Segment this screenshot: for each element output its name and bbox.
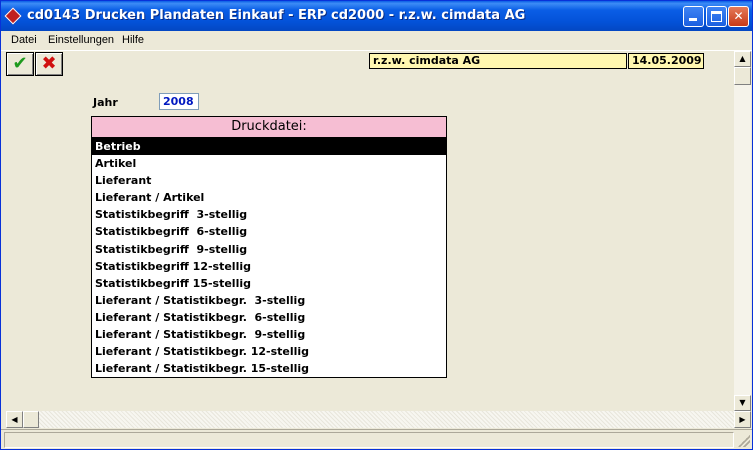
- status-bar: [1, 429, 752, 449]
- list-item[interactable]: Lieferant / Statistikbegr. 12-stellig: [92, 343, 446, 360]
- application-window: cd0143 Drucken Plandaten Einkauf - ERP c…: [0, 0, 753, 450]
- scroll-up-button[interactable]: ▲: [734, 51, 751, 67]
- menu-hilfe[interactable]: Hilfe: [122, 34, 144, 46]
- print-file-listbox[interactable]: Druckdatei: Betrieb Artikel Lieferant Liefe…: [91, 116, 447, 378]
- vertical-scroll-thumb[interactable]: [734, 67, 751, 85]
- scroll-left-button[interactable]: ◀: [6, 411, 23, 428]
- menu-datei[interactable]: Datei: [11, 34, 37, 46]
- list-item[interactable]: Lieferant / Statistikbegr. 6-stellig: [92, 309, 446, 326]
- minimize-icon: [689, 18, 697, 21]
- date-field: 14.05.2009: [628, 53, 704, 69]
- status-panel: [4, 432, 734, 448]
- cross-icon: ✖: [41, 53, 57, 74]
- vertical-scrollbar[interactable]: ▲ ▼: [734, 51, 751, 411]
- app-icon[interactable]: [4, 7, 22, 25]
- list-item[interactable]: Artikel: [92, 155, 446, 172]
- list-item[interactable]: Lieferant / Statistikbegr. 3-stellig: [92, 292, 446, 309]
- confirm-button[interactable]: ✔: [6, 52, 34, 76]
- horizontal-scroll-thumb[interactable]: [23, 411, 39, 428]
- list-item[interactable]: Lieferant / Statistikbegr. 9-stellig: [92, 326, 446, 343]
- scroll-right-button[interactable]: ▶: [734, 411, 751, 428]
- company-name-field: r.z.w. cimdata AG: [369, 53, 627, 69]
- window-title: cd0143 Drucken Plandaten Einkauf - ERP c…: [27, 8, 526, 23]
- list-item[interactable]: Betrieb: [92, 138, 446, 156]
- maximize-button[interactable]: [706, 6, 727, 27]
- arrow-left-icon: ◀: [11, 415, 18, 424]
- arrow-down-icon: ▼: [739, 398, 746, 407]
- scroll-down-button[interactable]: ▼: [734, 395, 751, 411]
- list-item[interactable]: Lieferant / Artikel: [92, 189, 446, 206]
- resize-grip-icon[interactable]: [738, 435, 750, 447]
- list-item[interactable]: Statistikbegriff 9-stellig: [92, 241, 446, 258]
- close-button[interactable]: ✕: [728, 6, 749, 27]
- listbox-rows: Betrieb Artikel Lieferant Lieferant / Artik…: [92, 138, 446, 377]
- arrow-right-icon: ▶: [739, 415, 746, 424]
- list-item[interactable]: Lieferant: [92, 172, 446, 189]
- checkmark-icon: ✔: [12, 53, 28, 74]
- cancel-button[interactable]: ✖: [35, 52, 63, 76]
- year-label: Jahr: [93, 96, 118, 109]
- title-bar[interactable]: cd0143 Drucken Plandaten Einkauf - ERP c…: [1, 1, 752, 31]
- horizontal-scrollbar[interactable]: ◀ ▶: [6, 411, 751, 428]
- year-input[interactable]: 2008: [159, 93, 199, 110]
- list-item[interactable]: Statistikbegriff 3-stellig: [92, 206, 446, 223]
- maximize-icon: [711, 11, 722, 22]
- list-item[interactable]: Lieferant / Statistikbegr. 15-stellig: [92, 360, 446, 377]
- menu-bar: Datei Einstellungen Hilfe: [1, 31, 752, 49]
- listbox-header: Druckdatei:: [92, 117, 446, 138]
- menu-einstellungen[interactable]: Einstellungen: [48, 34, 114, 46]
- list-item[interactable]: Statistikbegriff 6-stellig: [92, 223, 446, 240]
- arrow-up-icon: ▲: [739, 54, 746, 63]
- list-item[interactable]: Statistikbegriff 15-stellig: [92, 275, 446, 292]
- minimize-button[interactable]: [683, 6, 704, 27]
- list-item[interactable]: Statistikbegriff 12-stellig: [92, 258, 446, 275]
- close-icon: ✕: [733, 9, 744, 23]
